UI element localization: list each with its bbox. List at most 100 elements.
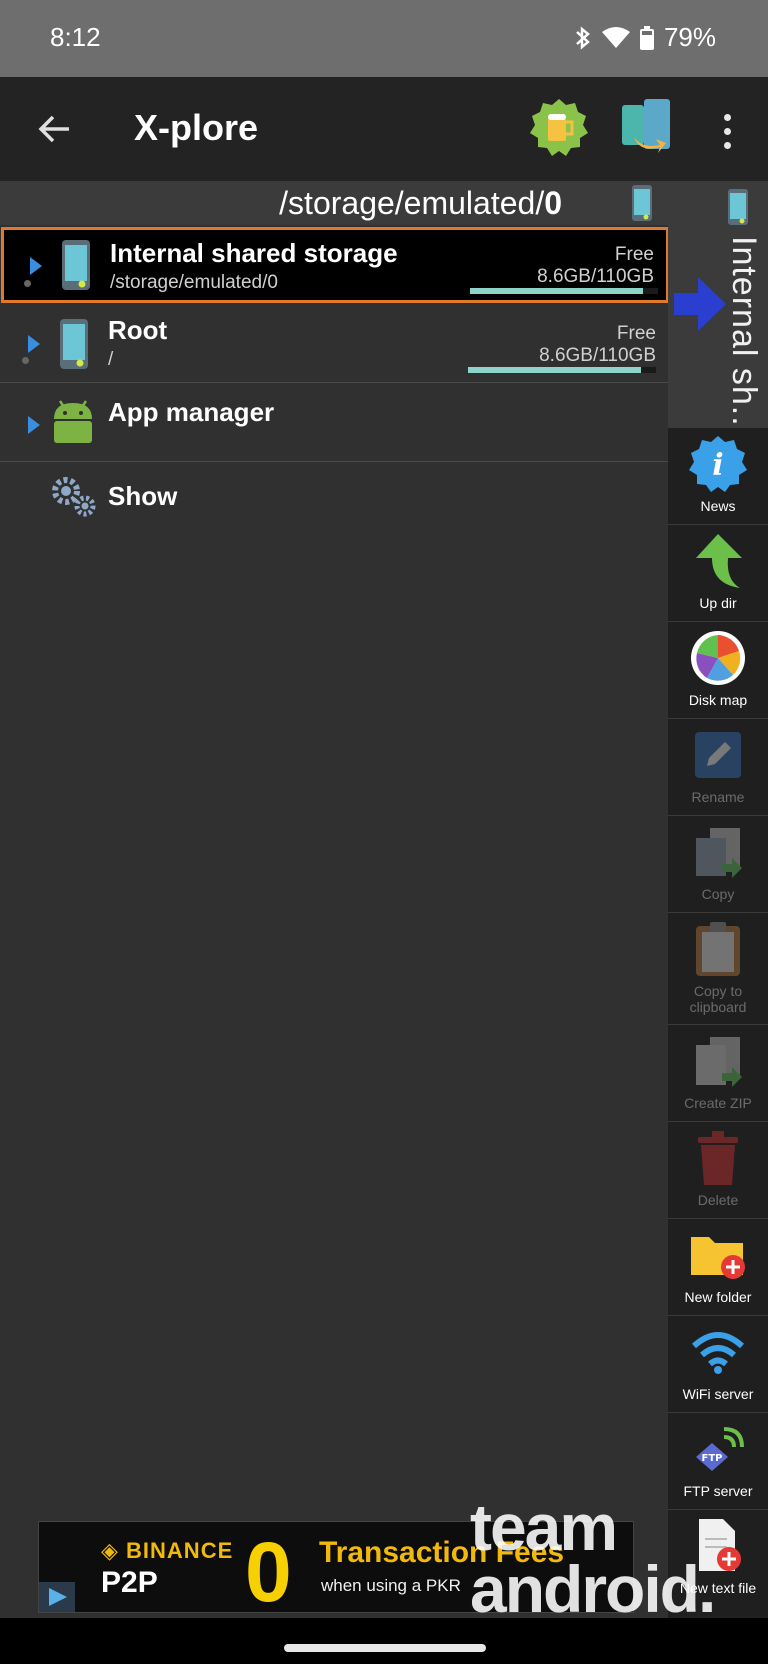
rename-button[interactable]: Rename	[668, 719, 768, 816]
usage-bar	[468, 367, 656, 373]
ad-subline: when using a PKR	[321, 1576, 461, 1595]
up-dir-button[interactable]: Up dir	[668, 525, 768, 622]
delete-button[interactable]: Delete	[668, 1122, 768, 1219]
wifi-server-button[interactable]: WiFi server	[668, 1316, 768, 1413]
copy-button[interactable]: Copy	[668, 816, 768, 913]
create-zip-button[interactable]: Create ZIP	[668, 1025, 768, 1122]
watermark-line2: android.	[470, 1552, 716, 1626]
storage-size: 8.6GB/110GB	[539, 345, 656, 366]
more-dot-icon	[723, 127, 731, 135]
tool-label: WiFi server	[682, 1386, 754, 1402]
donate-button[interactable]	[528, 97, 590, 159]
news-button[interactable]: i News	[668, 428, 768, 525]
zip-icon	[688, 1031, 748, 1091]
beer-badge-icon	[530, 99, 588, 156]
disk-map-button[interactable]: Disk map	[668, 622, 768, 719]
pie-chart-icon	[688, 628, 748, 688]
wifi-icon	[688, 1322, 748, 1382]
item-title: Internal shared storage	[110, 238, 398, 268]
android-icon	[50, 399, 96, 448]
storage-size: 8.6GB/110GB	[537, 266, 654, 287]
arrow-right-icon	[674, 277, 726, 336]
path-suffix: 0	[544, 185, 562, 221]
phone-icon	[62, 240, 90, 295]
usage-bar-fill	[468, 367, 641, 373]
app-bar: X-plore	[0, 77, 768, 181]
action-toolbar: i News Up dir Disk map Rename Copy Copy …	[668, 428, 768, 1618]
svg-text:FTP: FTP	[702, 1453, 723, 1464]
ad-brand: ◈ BINANCE	[101, 1538, 234, 1563]
navigation-bar	[0, 1618, 768, 1664]
status-dot	[22, 357, 29, 364]
tool-label: Copy	[701, 886, 735, 902]
item-path: /	[108, 349, 114, 370]
tool-label: New folder	[684, 1289, 752, 1305]
up-arrow-icon	[688, 531, 748, 591]
more-dot-icon	[723, 141, 731, 149]
ad-choices-icon[interactable]	[39, 1582, 75, 1612]
battery-icon	[639, 25, 654, 50]
copy-icon	[688, 822, 748, 882]
more-options-button[interactable]	[712, 107, 742, 155]
item-title: Show	[108, 481, 178, 511]
info-icon: i	[688, 434, 748, 494]
current-path: /storage/emulated/0	[0, 185, 562, 222]
watermark: team android.	[470, 1490, 750, 1626]
usage-bar-fill	[470, 288, 643, 294]
usage-bar	[470, 288, 658, 294]
item-path: /storage/emulated/0	[110, 272, 278, 293]
free-label: Free	[614, 244, 654, 265]
item-title: Root	[108, 315, 168, 345]
free-label: Free	[616, 323, 656, 344]
status-time: 8:12	[50, 22, 101, 52]
status-bar: 8:12 79%	[0, 0, 768, 77]
folder-plus-icon	[688, 1225, 748, 1285]
swap-panes-button[interactable]	[620, 97, 674, 159]
tool-label: Rename	[691, 789, 745, 805]
wifi-icon	[601, 26, 630, 48]
tool-label: Disk map	[688, 692, 748, 708]
status-icons: 79%	[574, 22, 716, 53]
home-gesture-bar[interactable]	[284, 1644, 486, 1652]
list-item-root[interactable]: Root / Free 8.6GB/110GB	[0, 307, 668, 383]
trash-icon	[688, 1128, 748, 1188]
svg-text:i: i	[712, 448, 723, 483]
clipboard-icon	[688, 919, 748, 979]
expand-arrow-icon[interactable]	[28, 416, 40, 434]
app-title: X-plore	[134, 107, 259, 148]
phone-icon	[728, 189, 748, 230]
tool-label: News	[700, 498, 736, 514]
tool-label: Copy to clipboard	[689, 983, 747, 1015]
item-title: App manager	[108, 397, 275, 427]
path-prefix: /storage/emulated/	[279, 185, 545, 221]
tool-label: Create ZIP	[684, 1095, 752, 1111]
gears-icon	[50, 475, 98, 524]
ad-zero: 0	[245, 1525, 292, 1613]
battery-percent: 79%	[663, 22, 716, 52]
expand-arrow-icon[interactable]	[30, 257, 42, 275]
divider	[0, 382, 668, 383]
status-dot	[24, 280, 31, 287]
list-item-app-manager[interactable]: App manager	[0, 385, 668, 465]
pencil-icon	[688, 725, 748, 785]
list-item-internal-storage[interactable]: Internal shared storage /storage/emulate…	[1, 227, 669, 303]
ftp-icon: FTP	[688, 1419, 748, 1479]
expand-arrow-icon[interactable]	[28, 335, 40, 353]
bluetooth-icon	[576, 25, 590, 50]
tool-label: Up dir	[699, 595, 737, 611]
list-item-show[interactable]: Show	[0, 465, 668, 545]
copy-to-clipboard-button[interactable]: Copy to clipboard	[668, 913, 768, 1025]
phone-icon	[632, 185, 652, 226]
tool-label: Delete	[697, 1192, 739, 1208]
more-dot-icon	[723, 113, 731, 121]
ad-product: P2P	[101, 1566, 158, 1599]
second-pane-label: Internal sh...	[725, 236, 763, 438]
divider	[0, 461, 668, 462]
phone-icon	[60, 319, 88, 374]
swap-panes-icon	[622, 99, 670, 153]
path-header: /storage/emulated/0	[0, 181, 668, 225]
back-button[interactable]	[30, 105, 78, 153]
new-folder-button[interactable]: New folder	[668, 1219, 768, 1316]
watermark-line1: team	[470, 1490, 618, 1564]
back-arrow-icon	[38, 115, 69, 143]
